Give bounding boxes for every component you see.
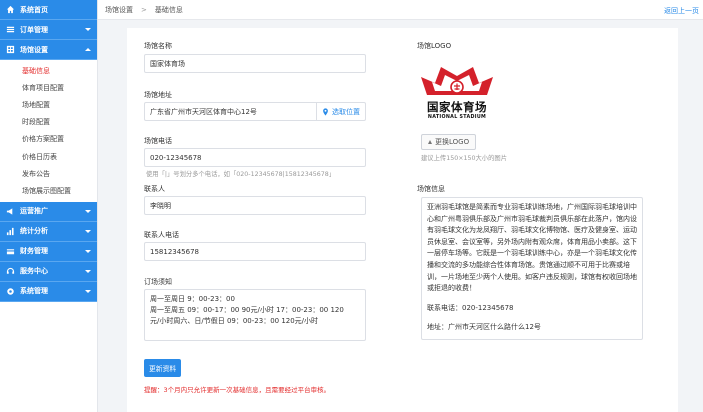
chevron-down-icon bbox=[85, 28, 91, 31]
chevron-down-icon bbox=[85, 289, 91, 293]
venue-name-field[interactable]: 国家体育场 bbox=[144, 54, 366, 73]
nav-section-orders[interactable]: 订单管理 bbox=[0, 20, 97, 40]
nav-section-label: 服务中心 bbox=[20, 267, 48, 275]
venue-info-line: 心和广州粤羽俱乐部及广州市羽毛球裁判员俱乐部在此落户，馆内设 bbox=[427, 214, 637, 223]
nav-section-label: 财务管理 bbox=[20, 247, 48, 255]
sidebar-item-gallery-config[interactable]: 场馆展示图配置 bbox=[0, 182, 97, 199]
venue-info-line: 或拒退的收费！ bbox=[427, 284, 476, 293]
venue-logo-label: 场馆LOGO bbox=[417, 42, 452, 50]
chevron-down-icon bbox=[85, 249, 91, 253]
sidebar-item-announcement[interactable]: 发布公告 bbox=[0, 165, 97, 182]
chevron-up-icon bbox=[85, 48, 91, 51]
sidebar: 系统首页 订单管理 场馆设置 基础信息 体育项目配置 场地配置 时段配置 价格方… bbox=[0, 0, 98, 412]
location-pin-icon bbox=[323, 107, 328, 116]
promotion-icon bbox=[6, 207, 15, 216]
venue-info-address: 地址：广州市天河区什么路什么12号 bbox=[427, 323, 541, 332]
venue-logo: 国家体育场 NATIONAL STADIUM bbox=[417, 63, 497, 125]
venue-info-label: 场馆信息 bbox=[417, 185, 445, 193]
sidebar-item-court-config[interactable]: 场地配置 bbox=[0, 96, 97, 113]
venue-phone-label: 场馆电话 bbox=[144, 137, 172, 145]
nav-section-system[interactable]: 系统管理 bbox=[0, 281, 97, 302]
venue-info-contact: 联系电话：020-12345678 bbox=[427, 303, 514, 312]
topbar: 场馆设置 > 基础信息 返回上一页 bbox=[98, 0, 703, 20]
sidebar-item-price-calendar[interactable]: 价格日历表 bbox=[0, 148, 97, 165]
contact-phone-label: 联系人电话 bbox=[144, 231, 179, 239]
nav-section-promotion[interactable]: 运营推广 bbox=[0, 201, 97, 222]
nav-section-label: 系统管理 bbox=[20, 287, 48, 295]
logo-size-hint: 建议上传150×150大小的图片 bbox=[421, 155, 507, 162]
nav-section-home[interactable]: 系统首页 bbox=[0, 0, 97, 20]
change-logo-label: 更换LOGO bbox=[435, 138, 470, 146]
nav-section-venue[interactable]: 场馆设置 bbox=[0, 40, 97, 60]
update-info-button[interactable]: 更新资料 bbox=[144, 359, 182, 377]
booking-notice-textarea[interactable]: 周一至周日 9：00-23：00 周一至周五 09：00-17：00 90元/小… bbox=[144, 289, 366, 341]
chevron-down-icon bbox=[85, 229, 91, 233]
sidebar-item-timeslot-config[interactable]: 时段配置 bbox=[0, 114, 97, 131]
venue-info-line: 有羽毛球文化为龙凤翔厅、羽毛球文化博物馆、医疗及健身室、运动 bbox=[427, 226, 637, 235]
finance-icon bbox=[6, 247, 15, 256]
venue-address-value: 广东省广州市天河区体育中心12号 bbox=[150, 107, 257, 116]
venue-info-line: 亚洲羽毛球馆是简素而专业羽毛球训练场地，广州国际羽毛球培训中 bbox=[427, 203, 637, 211]
sidebar-item-sport-config[interactable]: 体育项目配置 bbox=[0, 79, 97, 96]
venue-info-line: 训，一片场地至少两个人使用。如客户违反规则，球馆有权收回场地 bbox=[427, 272, 637, 281]
change-logo-button[interactable]: 更换LOGO bbox=[421, 134, 477, 150]
select-location-label: 选取位置 bbox=[332, 107, 360, 116]
chart-icon bbox=[6, 227, 15, 236]
update-warning: 提醒：3个月内只允许更新一次基础信息，且需要经过平台审核。 bbox=[144, 386, 331, 394]
contact-field[interactable]: 李晓明 bbox=[144, 196, 366, 215]
venue-name-label: 场馆名称 bbox=[144, 42, 172, 50]
chevron-down-icon bbox=[85, 269, 91, 273]
contact-label: 联系人 bbox=[144, 185, 165, 193]
venue-info-textarea[interactable]: 亚洲羽毛球馆是简素而专业羽毛球训练场地，广州国际羽毛球培训中 心和广州粤羽俱乐部… bbox=[421, 197, 643, 340]
nav-section-finance[interactable]: 财务管理 bbox=[0, 241, 97, 262]
breadcrumb-separator: > bbox=[141, 5, 147, 14]
venue-phone-hint: 使用「|」号划分多个电话，如「020-12345678|15812345678」 bbox=[146, 171, 336, 178]
logo-text-en: NATIONAL STADIUM bbox=[427, 115, 487, 120]
venue-icon bbox=[6, 45, 15, 54]
breadcrumb-current: 基础信息 bbox=[154, 5, 183, 14]
chevron-down-icon bbox=[85, 209, 91, 213]
nav-section-service[interactable]: 服务中心 bbox=[0, 261, 97, 282]
upload-icon bbox=[428, 140, 432, 144]
venue-phone-field[interactable]: 020-12345678 bbox=[144, 148, 366, 167]
order-icon bbox=[6, 25, 15, 34]
venue-info-line: 播和交流的多功能综合性体育场馆。贵馆通过顺不可用于比赛或培 bbox=[427, 260, 630, 269]
basic-info-panel: 场馆名称 国家体育场 场馆地址 广东省广州市天河区体育中心12号 选取位置 场馆… bbox=[127, 28, 678, 412]
booking-notice-line: 周一至周五 09：00-17：00 90元/小时 17：00-23：00 120 bbox=[150, 306, 344, 315]
home-icon bbox=[6, 5, 15, 14]
nav-section-label: 系统首页 bbox=[20, 5, 48, 14]
logo-text-cn: 国家体育场 bbox=[427, 100, 487, 114]
booking-notice-line: 元/小时周六、日/节假日 09：00-23：00 120元/小时 bbox=[150, 317, 319, 326]
select-location-button[interactable]: 选取位置 bbox=[316, 103, 365, 120]
venue-address-field[interactable]: 广东省广州市天河区体育中心12号 选取位置 bbox=[144, 102, 366, 121]
venue-info-line: 员休息室、会议室等，另外场内附有观众席，体育用品小卖部。这下 bbox=[427, 237, 637, 246]
sidebar-item-basic-info[interactable]: 基础信息 bbox=[0, 62, 97, 79]
sidebar-item-price-plan[interactable]: 价格方案配置 bbox=[0, 131, 97, 148]
venue-address-label: 场馆地址 bbox=[144, 91, 172, 99]
venue-submenu: 基础信息 体育项目配置 场地配置 时段配置 价格方案配置 价格日历表 发布公告 … bbox=[0, 60, 97, 202]
system-icon bbox=[6, 287, 15, 296]
breadcrumb-parent[interactable]: 场馆设置 bbox=[105, 5, 133, 15]
nav-section-label: 运营推广 bbox=[20, 207, 48, 215]
nav-section-statistics[interactable]: 统计分析 bbox=[0, 221, 97, 242]
booking-notice-line: 周一至周日 9：00-23：00 bbox=[150, 295, 235, 303]
service-icon bbox=[6, 267, 15, 276]
stadium-logo-icon bbox=[421, 67, 493, 95]
back-link[interactable]: 返回上一页 bbox=[664, 6, 699, 16]
nav-section-label: 订单管理 bbox=[20, 25, 48, 34]
nav-section-label: 统计分析 bbox=[20, 227, 48, 235]
booking-notice-label: 订场须知 bbox=[144, 278, 172, 286]
venue-info-line: 一层停车场等。它既是一个羽毛球训练中心，亦是一个羽毛球文化传 bbox=[427, 249, 637, 258]
nav-section-label: 场馆设置 bbox=[20, 45, 48, 54]
contact-phone-field[interactable]: 15812345678 bbox=[144, 242, 366, 261]
